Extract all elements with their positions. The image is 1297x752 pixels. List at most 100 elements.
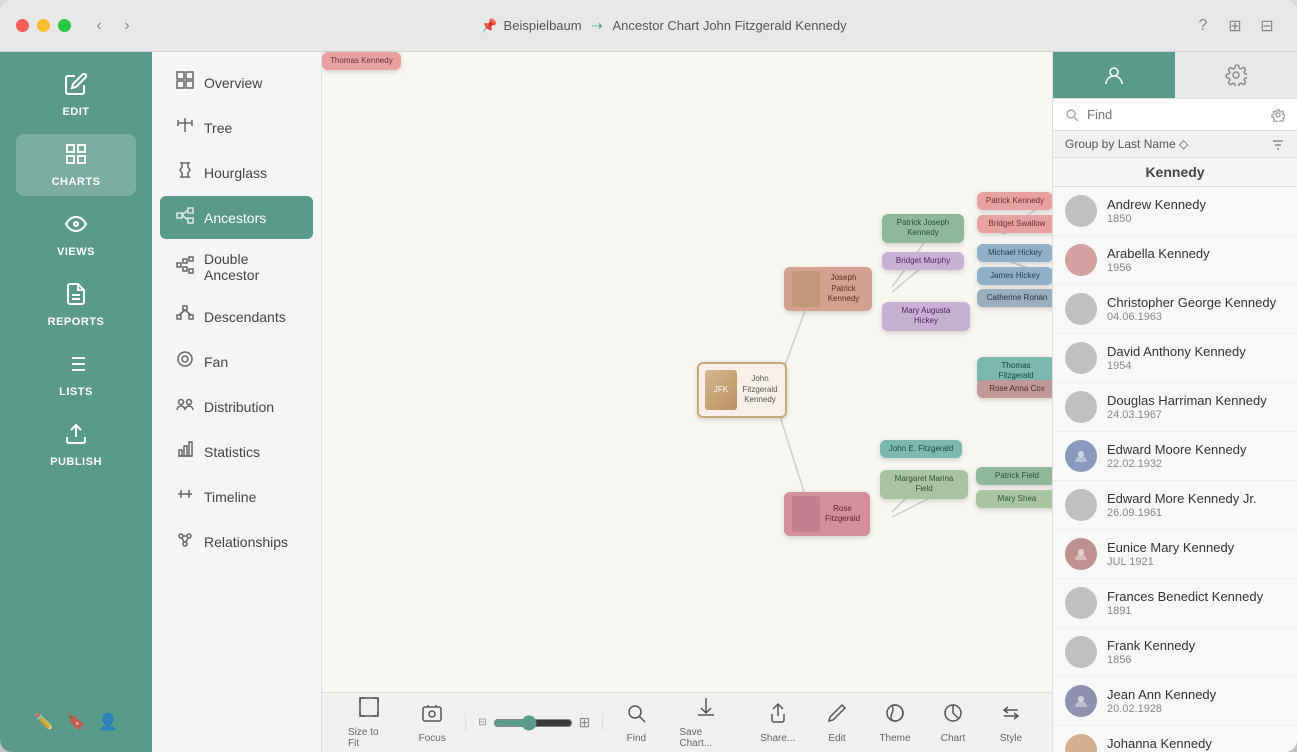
zoom-slider[interactable] [493, 715, 573, 731]
tree-node-mah[interactable]: Mary Augusta Hickey [882, 302, 970, 331]
sidebar-item-views[interactable]: VIEWS [16, 204, 136, 266]
sidebar-item-edit[interactable]: EDIT [16, 64, 136, 126]
nav-item-tree[interactable]: Tree [160, 106, 313, 149]
theme-label: Theme [879, 733, 910, 744]
person-name-frank-kennedy: Frank Kennedy [1107, 638, 1285, 653]
tree-node-rose-anna-cox[interactable]: Rose Anna Cox [977, 380, 1052, 398]
tree-connections-svg [322, 52, 1052, 692]
person-item-jean-kennedy[interactable]: Jean Ann Kennedy20.02.1928 [1053, 677, 1297, 726]
settings-tab[interactable] [1175, 52, 1297, 98]
edit-button[interactable]: Edit [812, 696, 862, 750]
split-button[interactable]: ⊟ [1253, 12, 1281, 40]
group-by-label[interactable]: Group by Last Name ◇ [1065, 137, 1188, 151]
tree-node-rose[interactable]: Rose Fitzgerald [784, 492, 870, 536]
nav-item-fan[interactable]: Fan [160, 340, 313, 383]
tree-node-james-hickey[interactable]: James Hickey [977, 267, 1052, 285]
sidebar-item-reports[interactable]: REPORTS [16, 274, 136, 336]
nav-item-double-ancestor[interactable]: Double Ancestor [160, 241, 313, 293]
find-button[interactable]: Find [611, 696, 661, 750]
zoom-large-icon: ⊞ [579, 714, 591, 731]
tree-node-bm[interactable]: Bridget Murphy [882, 252, 964, 270]
descendants-icon [176, 305, 194, 328]
size-to-fit-icon [358, 696, 380, 724]
back-button[interactable]: ‹ [87, 14, 111, 38]
person-item-douglas-kennedy[interactable]: Douglas Harriman Kennedy24.03.1967 [1053, 383, 1297, 432]
tree-node-jfk[interactable]: JFK John Fitzgerald Kennedy [697, 362, 787, 418]
tree-node-pat-kennedy[interactable]: Patrick Kennedy [977, 192, 1052, 210]
sidebar-item-lists[interactable]: LISTS [16, 344, 136, 406]
nav-item-distribution[interactable]: Distribution [160, 385, 313, 428]
person-tab[interactable] [1053, 52, 1175, 98]
search-input[interactable] [1087, 107, 1263, 122]
person-item-andrew-kennedy[interactable]: Andrew Kennedy1850 [1053, 187, 1297, 236]
focus-icon [421, 702, 443, 730]
help-button[interactable]: ? [1189, 12, 1217, 40]
ancestors-label: Ancestors [204, 210, 266, 226]
sidebar-item-publish[interactable]: PUBLISH [16, 414, 136, 476]
minimize-button[interactable] [37, 19, 50, 32]
size-to-fit-label: Size to Fit [348, 727, 389, 749]
person-item-david-kennedy[interactable]: David Anthony Kennedy1954 [1053, 334, 1297, 383]
group-sort-icon[interactable] [1271, 137, 1285, 151]
tree-node-patrick-field[interactable]: Patrick Field [976, 467, 1052, 485]
chain-icon: ⇢ [592, 18, 603, 34]
tree-node-pjk[interactable]: Patrick Joseph Kennedy [882, 214, 964, 243]
tree-node-mary-shea[interactable]: Mary Shea [976, 490, 1052, 508]
nav-item-ancestors[interactable]: Ancestors [160, 196, 313, 239]
person-name-jean-kennedy: Jean Ann Kennedy [1107, 687, 1285, 702]
tree-node-bridget-sw[interactable]: Bridget Swallow [977, 215, 1052, 233]
person-info-christopher-kennedy: Christopher George Kennedy04.06.1963 [1107, 295, 1285, 323]
person-item-frank-kennedy[interactable]: Frank Kennedy1856 [1053, 628, 1297, 677]
tree-node-catherine-ronan[interactable]: Catherine Ronan [977, 289, 1052, 307]
distribution-label: Distribution [204, 399, 274, 415]
save-chart-label: Save Chart... [679, 727, 733, 749]
style-button[interactable]: Style [986, 696, 1036, 750]
person-name-andrew-kennedy: Andrew Kennedy [1107, 197, 1285, 212]
zoom-control: ⊟ ⊞ [465, 714, 603, 731]
focus-button[interactable]: Focus [407, 696, 457, 750]
theme-button[interactable]: Theme [870, 696, 920, 750]
hourglass-label: Hourglass [204, 165, 267, 181]
nav-item-relationships[interactable]: Relationships [160, 520, 313, 563]
person-info-edward-kennedy-jr: Edward More Kennedy Jr.26.09.1961 [1107, 491, 1285, 519]
person-item-johanna-kennedy[interactable]: Johanna Kennedy04.12.1852 [1053, 726, 1297, 752]
search-icon [1065, 108, 1079, 122]
share-button[interactable]: Share... [752, 696, 805, 750]
size-to-fit-button[interactable]: Size to Fit [338, 690, 399, 752]
tree-node-michael-hickey[interactable]: Michael Hickey [977, 244, 1052, 262]
person-name-eunice-kennedy: Eunice Mary Kennedy [1107, 540, 1285, 555]
person-item-edward-kennedy-jr[interactable]: Edward More Kennedy Jr.26.09.1961 [1053, 481, 1297, 530]
person-avatar-andrew-kennedy [1065, 195, 1097, 227]
save-chart-button[interactable]: Save Chart... [669, 690, 743, 752]
tree-node-jpk[interactable]: Joseph Patrick Kennedy [784, 267, 872, 311]
tree-canvas[interactable]: JFK John Fitzgerald Kennedy Joseph Patri… [322, 52, 1052, 692]
nav-item-hourglass[interactable]: Hourglass [160, 151, 313, 194]
bookmark-icon[interactable]: 🔖 [66, 712, 86, 732]
tree-node-mmf[interactable]: Margaret Marina Field [880, 470, 968, 499]
close-button[interactable] [16, 19, 29, 32]
nav-item-descendants[interactable]: Descendants [160, 295, 313, 338]
share-icon [767, 702, 789, 730]
maximize-button[interactable] [58, 19, 71, 32]
pencil-icon[interactable]: ✏️ [34, 712, 54, 732]
person-avatar-edward-kennedy [1065, 440, 1097, 472]
person-item-christopher-kennedy[interactable]: Christopher George Kennedy04.06.1963 [1053, 285, 1297, 334]
person-item-arabella-kennedy[interactable]: Arabella Kennedy1956 [1053, 236, 1297, 285]
search-settings-icon[interactable] [1271, 108, 1285, 122]
nav-item-timeline[interactable]: Timeline [160, 475, 313, 518]
chart-button[interactable]: Chart [928, 696, 978, 750]
person-item-edward-kennedy[interactable]: Edward Moore Kennedy22.02.1932 [1053, 432, 1297, 481]
nav-item-statistics[interactable]: Statistics [160, 430, 313, 473]
sidebar-item-charts[interactable]: CHARTS [16, 134, 136, 196]
views-icon [64, 212, 88, 242]
tree-node-thomas-kennedy[interactable]: Thomas Kennedy [322, 52, 401, 70]
person-item-frances-kennedy[interactable]: Frances Benedict Kennedy1891 [1053, 579, 1297, 628]
person-item-eunice-kennedy[interactable]: Eunice Mary KennedyJUL 1921 [1053, 530, 1297, 579]
window-toggle-button[interactable]: ⊞ [1221, 12, 1249, 40]
nav-item-overview[interactable]: Overview [160, 61, 313, 104]
person-icon[interactable]: 👤 [98, 712, 118, 732]
tree-node-jef[interactable]: John E. Fitzgerald [880, 440, 962, 458]
person-info-eunice-kennedy: Eunice Mary KennedyJUL 1921 [1107, 540, 1285, 568]
forward-button[interactable]: › [115, 14, 139, 38]
person-avatar-johanna-kennedy [1065, 734, 1097, 752]
